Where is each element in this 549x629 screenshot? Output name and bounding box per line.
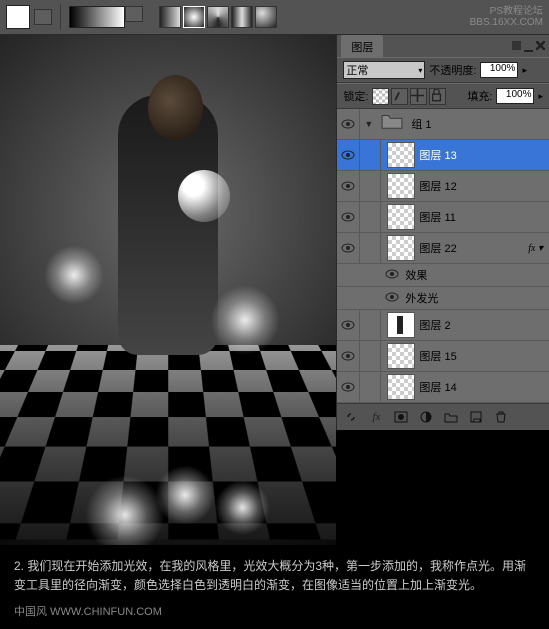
panel-footer: fx (337, 403, 549, 430)
linear-gradient-icon[interactable] (159, 6, 181, 28)
layer-label[interactable]: 图层 2 (419, 317, 549, 333)
tutorial-caption: 2. 我们现在开始添加光效，在我的风格里，光效大概分为3种，第一步添加的，我称作… (0, 545, 549, 599)
layer-row[interactable]: 图层 22fx ▾ (337, 233, 549, 264)
visibility-icon[interactable] (337, 372, 360, 402)
angle-gradient-icon[interactable] (207, 6, 229, 28)
layer-row[interactable]: 图层 12 (337, 171, 549, 202)
group-row[interactable]: ▼ 组 1 (337, 109, 549, 140)
light-glow (155, 465, 215, 525)
panel-minimize-icon[interactable] (524, 41, 533, 52)
opacity-flyout-icon[interactable]: ▸ (522, 65, 527, 76)
options-bar: PS教程论坛 BBS.16XX.COM (0, 0, 549, 35)
gradient-preset-group (69, 6, 143, 28)
watermark: PS教程论坛 BBS.16XX.COM (470, 2, 543, 28)
visibility-icon[interactable] (337, 171, 360, 201)
lock-transparency-icon[interactable] (372, 88, 389, 105)
footer-credit: 中国风 WWW.CHINFUN.COM (0, 599, 549, 629)
document-canvas[interactable] (0, 35, 336, 545)
layer-label[interactable]: 图层 11 (419, 209, 549, 225)
adjustment-icon[interactable] (416, 408, 436, 426)
group-expand-icon[interactable]: ▼ (364, 119, 373, 129)
light-glow (85, 475, 165, 545)
blend-mode-select[interactable]: 正常▾ (343, 61, 425, 79)
new-layer-icon[interactable] (466, 408, 486, 426)
light-glow (215, 480, 270, 535)
panel-collapse-icon[interactable] (512, 41, 521, 50)
layer-label[interactable]: 图层 22 (419, 240, 528, 256)
color-swatches[interactable] (6, 5, 30, 29)
fx-item-row[interactable]: 外发光 (337, 287, 549, 310)
lock-position-icon[interactable] (410, 88, 427, 105)
fx-label: 效果 (405, 267, 427, 283)
layer-thumbnail[interactable] (387, 374, 415, 400)
visibility-icon[interactable] (337, 233, 360, 263)
gradient-type-group (159, 6, 277, 28)
fx-icon[interactable]: fx (366, 408, 386, 426)
delete-layer-icon[interactable] (491, 408, 511, 426)
lock-all-icon[interactable] (429, 88, 446, 105)
layer-row[interactable]: 图层 14 (337, 372, 549, 403)
visibility-icon[interactable] (337, 140, 360, 170)
light-glow (210, 285, 280, 355)
lock-row: 锁定: 填充: 100% ▸ (337, 83, 549, 109)
lock-label: 锁定: (343, 88, 368, 104)
layer-label[interactable]: 图层 12 (419, 178, 549, 194)
swatch-dropdown[interactable] (34, 9, 52, 25)
fill-label: 填充: (467, 88, 492, 104)
layer-thumbnail[interactable] (387, 204, 415, 230)
layer-row[interactable]: 图层 13 (337, 140, 549, 171)
radial-gradient-icon[interactable] (183, 6, 205, 28)
layer-thumbnail[interactable] (387, 173, 415, 199)
visibility-icon[interactable] (337, 202, 360, 232)
diamond-gradient-icon[interactable] (255, 6, 277, 28)
blend-row: 正常▾ 不透明度: 100% ▸ (337, 57, 549, 83)
folder-icon (381, 112, 407, 136)
lock-pixels-icon[interactable] (391, 88, 408, 105)
visibility-icon[interactable] (337, 109, 360, 139)
panel-close-icon[interactable] (536, 41, 545, 50)
mask-icon[interactable] (391, 408, 411, 426)
visibility-icon[interactable] (385, 292, 399, 305)
layer-row[interactable]: 图层 11 (337, 202, 549, 233)
visibility-icon[interactable] (385, 269, 399, 282)
layer-label[interactable]: 组 1 (411, 116, 549, 132)
visibility-icon[interactable] (337, 310, 360, 340)
fill-flyout-icon[interactable]: ▸ (538, 91, 543, 102)
gradient-preview[interactable] (69, 6, 125, 28)
layers-tab[interactable]: 图层 (341, 35, 383, 58)
layer-row[interactable]: 图层 15 (337, 341, 549, 372)
foreground-swatch[interactable] (6, 5, 30, 29)
reflected-gradient-icon[interactable] (231, 6, 253, 28)
fx-badge[interactable]: fx ▾ (528, 243, 543, 254)
light-glow (44, 245, 104, 305)
layers-panel: 图层 正常▾ 不透明度: 100% ▸ 锁定: (336, 35, 549, 430)
opacity-input[interactable]: 100% (480, 62, 518, 78)
fx-effects-row[interactable]: 效果 (337, 264, 549, 287)
layer-label[interactable]: 图层 14 (419, 379, 549, 395)
layer-thumbnail[interactable] (387, 142, 415, 168)
opacity-label: 不透明度: (429, 62, 476, 78)
layer-row[interactable]: 图层 2 (337, 310, 549, 341)
layer-label[interactable]: 图层 13 (419, 147, 549, 163)
layer-thumbnail[interactable] (387, 312, 415, 338)
new-group-icon[interactable] (441, 408, 461, 426)
visibility-icon[interactable] (337, 341, 360, 371)
layer-thumbnail[interactable] (387, 235, 415, 261)
photo-subject (88, 85, 248, 465)
layers-list: ▼ 组 1 图层 13 图层 12 图层 11 图层 22fx ▾ 效果外发光图层 2 图… (337, 109, 549, 403)
gradient-dropdown[interactable] (125, 6, 143, 22)
layer-label[interactable]: 图层 15 (419, 348, 549, 364)
link-layers-icon[interactable] (341, 408, 361, 426)
fx-item-label: 外发光 (405, 290, 438, 306)
fill-input[interactable]: 100% (496, 88, 534, 104)
layer-thumbnail[interactable] (387, 343, 415, 369)
